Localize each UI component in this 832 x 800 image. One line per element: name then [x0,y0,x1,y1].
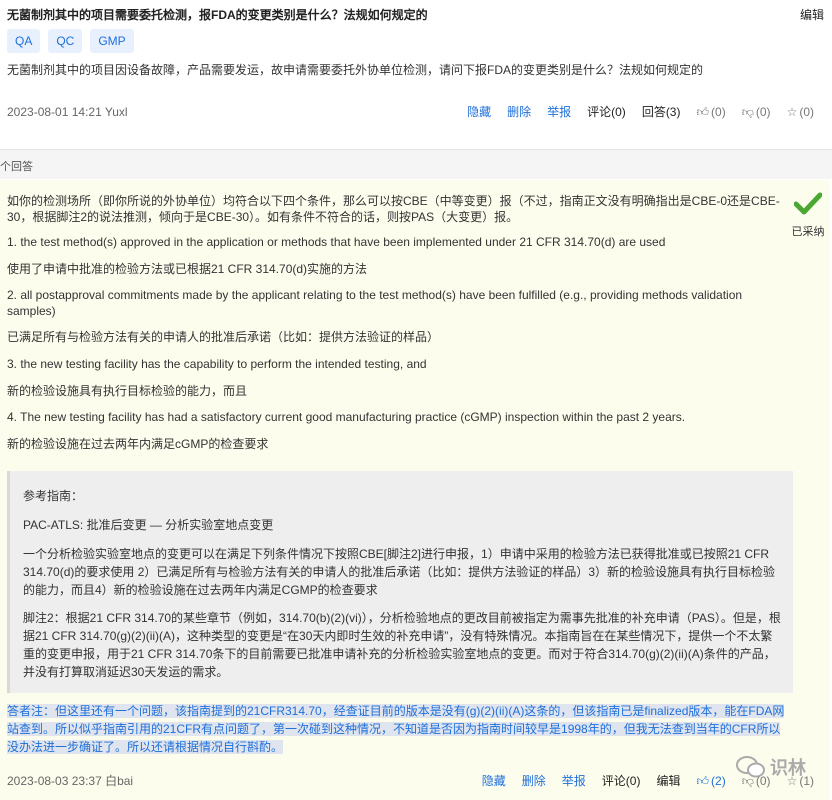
answer-paragraph: 新的检验设施具有执行目标检验的能力，而且 [7,384,248,398]
answer-paragraph: 如你的检测场所（即你所说的外协单位）均符合以下四个条件，那么可以按CBE（中等变… [7,194,780,224]
question-title: 无菌制剂其中的项目需要委托检测，报FDA的变更类别是什么？法规如何规定的 [7,8,428,22]
reference-link[interactable]: PAC-ATLS: 批准后变更 — 分析实验室地点变更 [23,516,783,534]
like-count: (0) [711,104,726,119]
thumbs-down-icon: 👎︎ [741,104,754,119]
answer-paragraph: 新的检验设施在过去两年内满足cGMP的检查要求 [7,437,269,451]
dislike-button[interactable]: 👎︎ (0) [742,105,771,119]
accepted-label: 已采纳 [791,226,825,238]
answer-paragraph: 使用了申请中批准的检验方法或已根据21 CFR 314.70(d)实施的方法 [7,262,368,276]
answers-count-label: 个回答 [0,161,33,173]
edit-question-button[interactable]: 编辑 [800,6,824,23]
answers-divider [0,149,832,179]
like-button[interactable]: 👍︎ (2) [696,774,725,788]
dislike-count: (0) [755,773,771,788]
question-meta: 2023-08-01 14:21 Yuxl [7,104,128,119]
delete-button[interactable]: 删除 [522,772,546,789]
thumbs-up-icon: 👍︎ [696,773,710,788]
dislike-count: (0) [755,104,771,119]
answer-paragraph: 1. the test method(s) approved in the ap… [7,235,666,249]
question-actions: 隐藏 删除 举报 评论(0) 回答(3) 👍︎ (0) 👎︎ (0) ☆ (0) [451,103,814,120]
hide-button[interactable]: 隐藏 [467,103,491,120]
accepted-badge: 已采纳 [788,192,828,239]
report-button[interactable]: 举报 [562,772,586,789]
favorite-count: (0) [799,104,814,119]
hide-button[interactable]: 隐藏 [482,772,506,789]
report-button[interactable]: 举报 [547,103,571,120]
answer-paragraph: 2. all postapproval commitments made by … [7,288,743,318]
like-button[interactable]: 👍︎ (0) [696,105,725,119]
favorite-button[interactable]: ☆ (1) [787,774,814,788]
answer-paragraph: 3. the new testing facility has the capa… [7,357,427,371]
delete-button[interactable]: 删除 [507,103,531,120]
question-body: 无菌制剂其中的项目因设备故障，产品需要发运，故申请需要委托外协单位检测，请问下报… [7,63,704,77]
answer-note: 答者注：但这里还有一个问题，该指南提到的21CFR314.70，经查证目前的版本… [7,702,787,756]
answer-meta: 2023-08-03 23:37 白bai [7,774,134,788]
comment-button[interactable]: 评论(0) [587,103,626,120]
like-count: (2) [711,773,726,788]
comment-button[interactable]: 评论(0) [602,772,641,789]
answer-actions: 隐藏 删除 举报 评论(0) 编辑 👍︎ (2) 👎︎ (0) ☆ (1) [466,772,814,789]
question-meta-row: 2023-08-01 14:21 Yuxl 隐藏 删除 举报 评论(0) 回答(… [7,103,814,120]
answer-paragraph: 已满足所有与检验方法有关的申请人的批准后承诺（比如：提供方法验证的样品） [7,330,440,344]
reference-para: 一个分析检验实验室地点的变更可以在满足下列条件情况下按照CBE[脚注2]进行申报… [23,547,776,597]
favorite-button[interactable]: ☆ (0) [787,105,814,119]
reference-heading: 参考指南： [23,489,84,503]
tag-qc[interactable]: QC [48,29,83,53]
favorite-count: (1) [799,773,814,788]
thumbs-down-icon: 👎︎ [741,773,754,788]
star-icon: ☆ [786,773,798,788]
tag-gmp[interactable]: GMP [90,29,134,53]
tag-qa[interactable]: QA [7,29,41,53]
answer-meta-row: 2023-08-03 23:37 白bai 隐藏 删除 举报 评论(0) 编辑 … [7,772,814,789]
checkmark-icon [793,192,823,215]
answer-count-button[interactable]: 回答(3) [642,103,681,120]
star-icon: ☆ [786,104,798,119]
edit-answer-button[interactable]: 编辑 [656,772,680,789]
answer-paragraph: 4. The new testing facility has had a sa… [7,410,686,424]
dislike-button[interactable]: 👎︎ (0) [742,774,771,788]
reference-footnote: 脚注2：根据21 CFR 314.70的某些章节（例如，314.70(b)(2)… [23,611,781,679]
thumbs-up-icon: 👍︎ [696,104,710,119]
tag-list: QA QC GMP [7,29,134,53]
answer-note-text: 答者注：但这里还有一个问题，该指南提到的21CFR314.70，经查证目前的版本… [7,704,785,754]
